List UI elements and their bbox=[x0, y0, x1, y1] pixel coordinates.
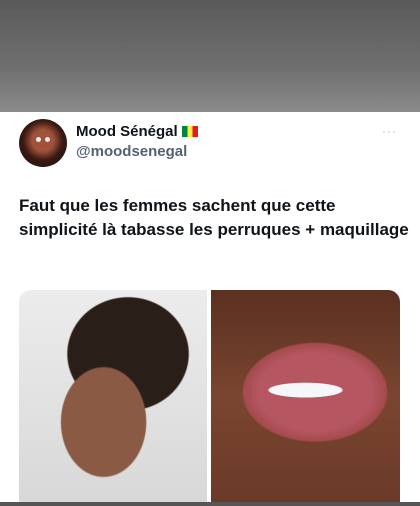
author-name[interactable]: Mood Sénégal bbox=[76, 123, 198, 140]
author-handle[interactable]: @moodsenegal bbox=[76, 143, 187, 160]
avatar[interactable] bbox=[19, 119, 67, 167]
more-options-icon[interactable]: ··· bbox=[382, 124, 397, 138]
senegal-flag-icon bbox=[181, 126, 198, 137]
tweet-image-lips[interactable] bbox=[211, 290, 400, 503]
tweet-text: Faut que les femmes sachent que cette si… bbox=[19, 196, 409, 239]
tweet-image-braids[interactable] bbox=[19, 290, 207, 503]
bottom-bar bbox=[0, 502, 420, 506]
dimmed-background bbox=[0, 0, 420, 112]
